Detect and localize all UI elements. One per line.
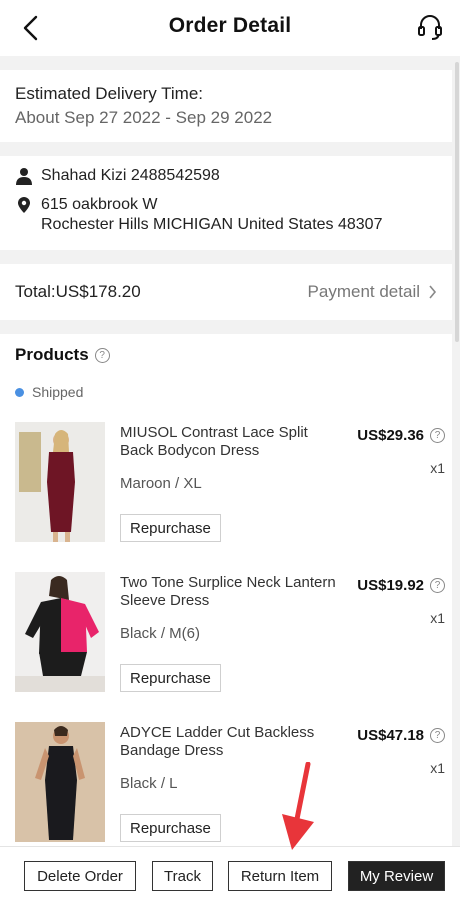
product-quantity: x1: [430, 760, 445, 776]
headset-icon[interactable]: [416, 12, 444, 42]
product-price: US$47.18 ?: [357, 727, 445, 744]
total-card: Total:US$178.20 Payment detail: [0, 264, 452, 320]
track-button[interactable]: Track: [152, 861, 213, 891]
product-variant: Black / L: [120, 775, 178, 792]
delete-order-button[interactable]: Delete Order: [24, 861, 136, 891]
address-line-2: Rochester Hills MICHIGAN United States 4…: [41, 216, 383, 233]
status-label: Shipped: [32, 384, 84, 400]
address-line-1: 615 oakbrook W: [41, 196, 158, 213]
payment-detail-link[interactable]: Payment detail: [308, 282, 437, 302]
return-item-button[interactable]: Return Item: [228, 861, 332, 891]
repurchase-button[interactable]: Repurchase: [120, 814, 221, 842]
shipment-status: Shipped: [15, 384, 83, 400]
chevron-right-icon: [429, 285, 437, 299]
repurchase-button[interactable]: Repurchase: [120, 514, 221, 542]
header-bar: Order Detail: [0, 0, 460, 56]
products-heading: Products ?: [15, 345, 110, 365]
products-heading-label: Products: [15, 345, 89, 364]
scrollbar[interactable]: [455, 62, 459, 342]
product-quantity: x1: [430, 460, 445, 476]
my-review-button[interactable]: My Review: [348, 861, 445, 891]
product-image[interactable]: [15, 572, 105, 692]
price-help-icon[interactable]: ?: [430, 578, 445, 593]
product-variant: Maroon / XL: [120, 475, 202, 492]
product-price: US$19.92 ?: [357, 577, 445, 594]
product-image[interactable]: [15, 422, 105, 542]
person-icon: [16, 168, 32, 185]
help-icon[interactable]: ?: [94, 347, 110, 363]
repurchase-button[interactable]: Repurchase: [120, 664, 221, 692]
status-dot-icon: [15, 387, 24, 397]
action-bar: Delete Order Track Return Item My Review: [0, 846, 460, 913]
page-title: Order Detail: [168, 14, 292, 37]
delivery-card: Estimated Delivery Time: About Sep 27 20…: [0, 70, 452, 142]
address-card[interactable]: Shahad Kizi 2488542598 615 oakbrook W Ro…: [0, 156, 452, 250]
product-name[interactable]: ADYCE Ladder Cut Backless Bandage Dress: [120, 724, 340, 760]
product-quantity: x1: [430, 610, 445, 626]
payment-detail-label: Payment detail: [307, 282, 420, 301]
product-variant: Black / M(6): [120, 625, 201, 642]
products-card: Products ? Shipped MIUSOL Contrast Lace …: [0, 334, 452, 854]
delivery-label: Estimated Delivery Time:: [15, 84, 203, 103]
product-item[interactable]: Two Tone Surplice Neck Lantern Sleeve Dr…: [15, 572, 445, 694]
product-price: US$29.36 ?: [357, 427, 445, 444]
delivery-date: About Sep 27 2022 - Sep 29 2022: [15, 108, 273, 127]
product-price-value: US$19.92: [357, 577, 424, 594]
product-price-value: US$47.18: [357, 727, 424, 744]
price-help-icon[interactable]: ?: [430, 728, 445, 743]
product-price-value: US$29.36: [357, 427, 424, 444]
product-name[interactable]: MIUSOL Contrast Lace Split Back Bodycon …: [120, 424, 340, 460]
order-total: Total:US$178.20: [15, 282, 141, 301]
product-name[interactable]: Two Tone Surplice Neck Lantern Sleeve Dr…: [120, 574, 340, 610]
product-image[interactable]: [15, 722, 105, 842]
price-help-icon[interactable]: ?: [430, 428, 445, 443]
product-item[interactable]: MIUSOL Contrast Lace Split Back Bodycon …: [15, 422, 445, 544]
red-arrow-icon: [282, 762, 314, 850]
recipient-name-phone: Shahad Kizi 2488542598: [41, 167, 220, 184]
product-item[interactable]: ADYCE Ladder Cut Backless Bandage Dress …: [15, 722, 445, 844]
location-pin-icon: [18, 197, 30, 213]
address-row: 615 oakbrook W Rochester Hills MICHIGAN …: [15, 195, 437, 235]
recipient-row: Shahad Kizi 2488542598: [15, 166, 437, 186]
